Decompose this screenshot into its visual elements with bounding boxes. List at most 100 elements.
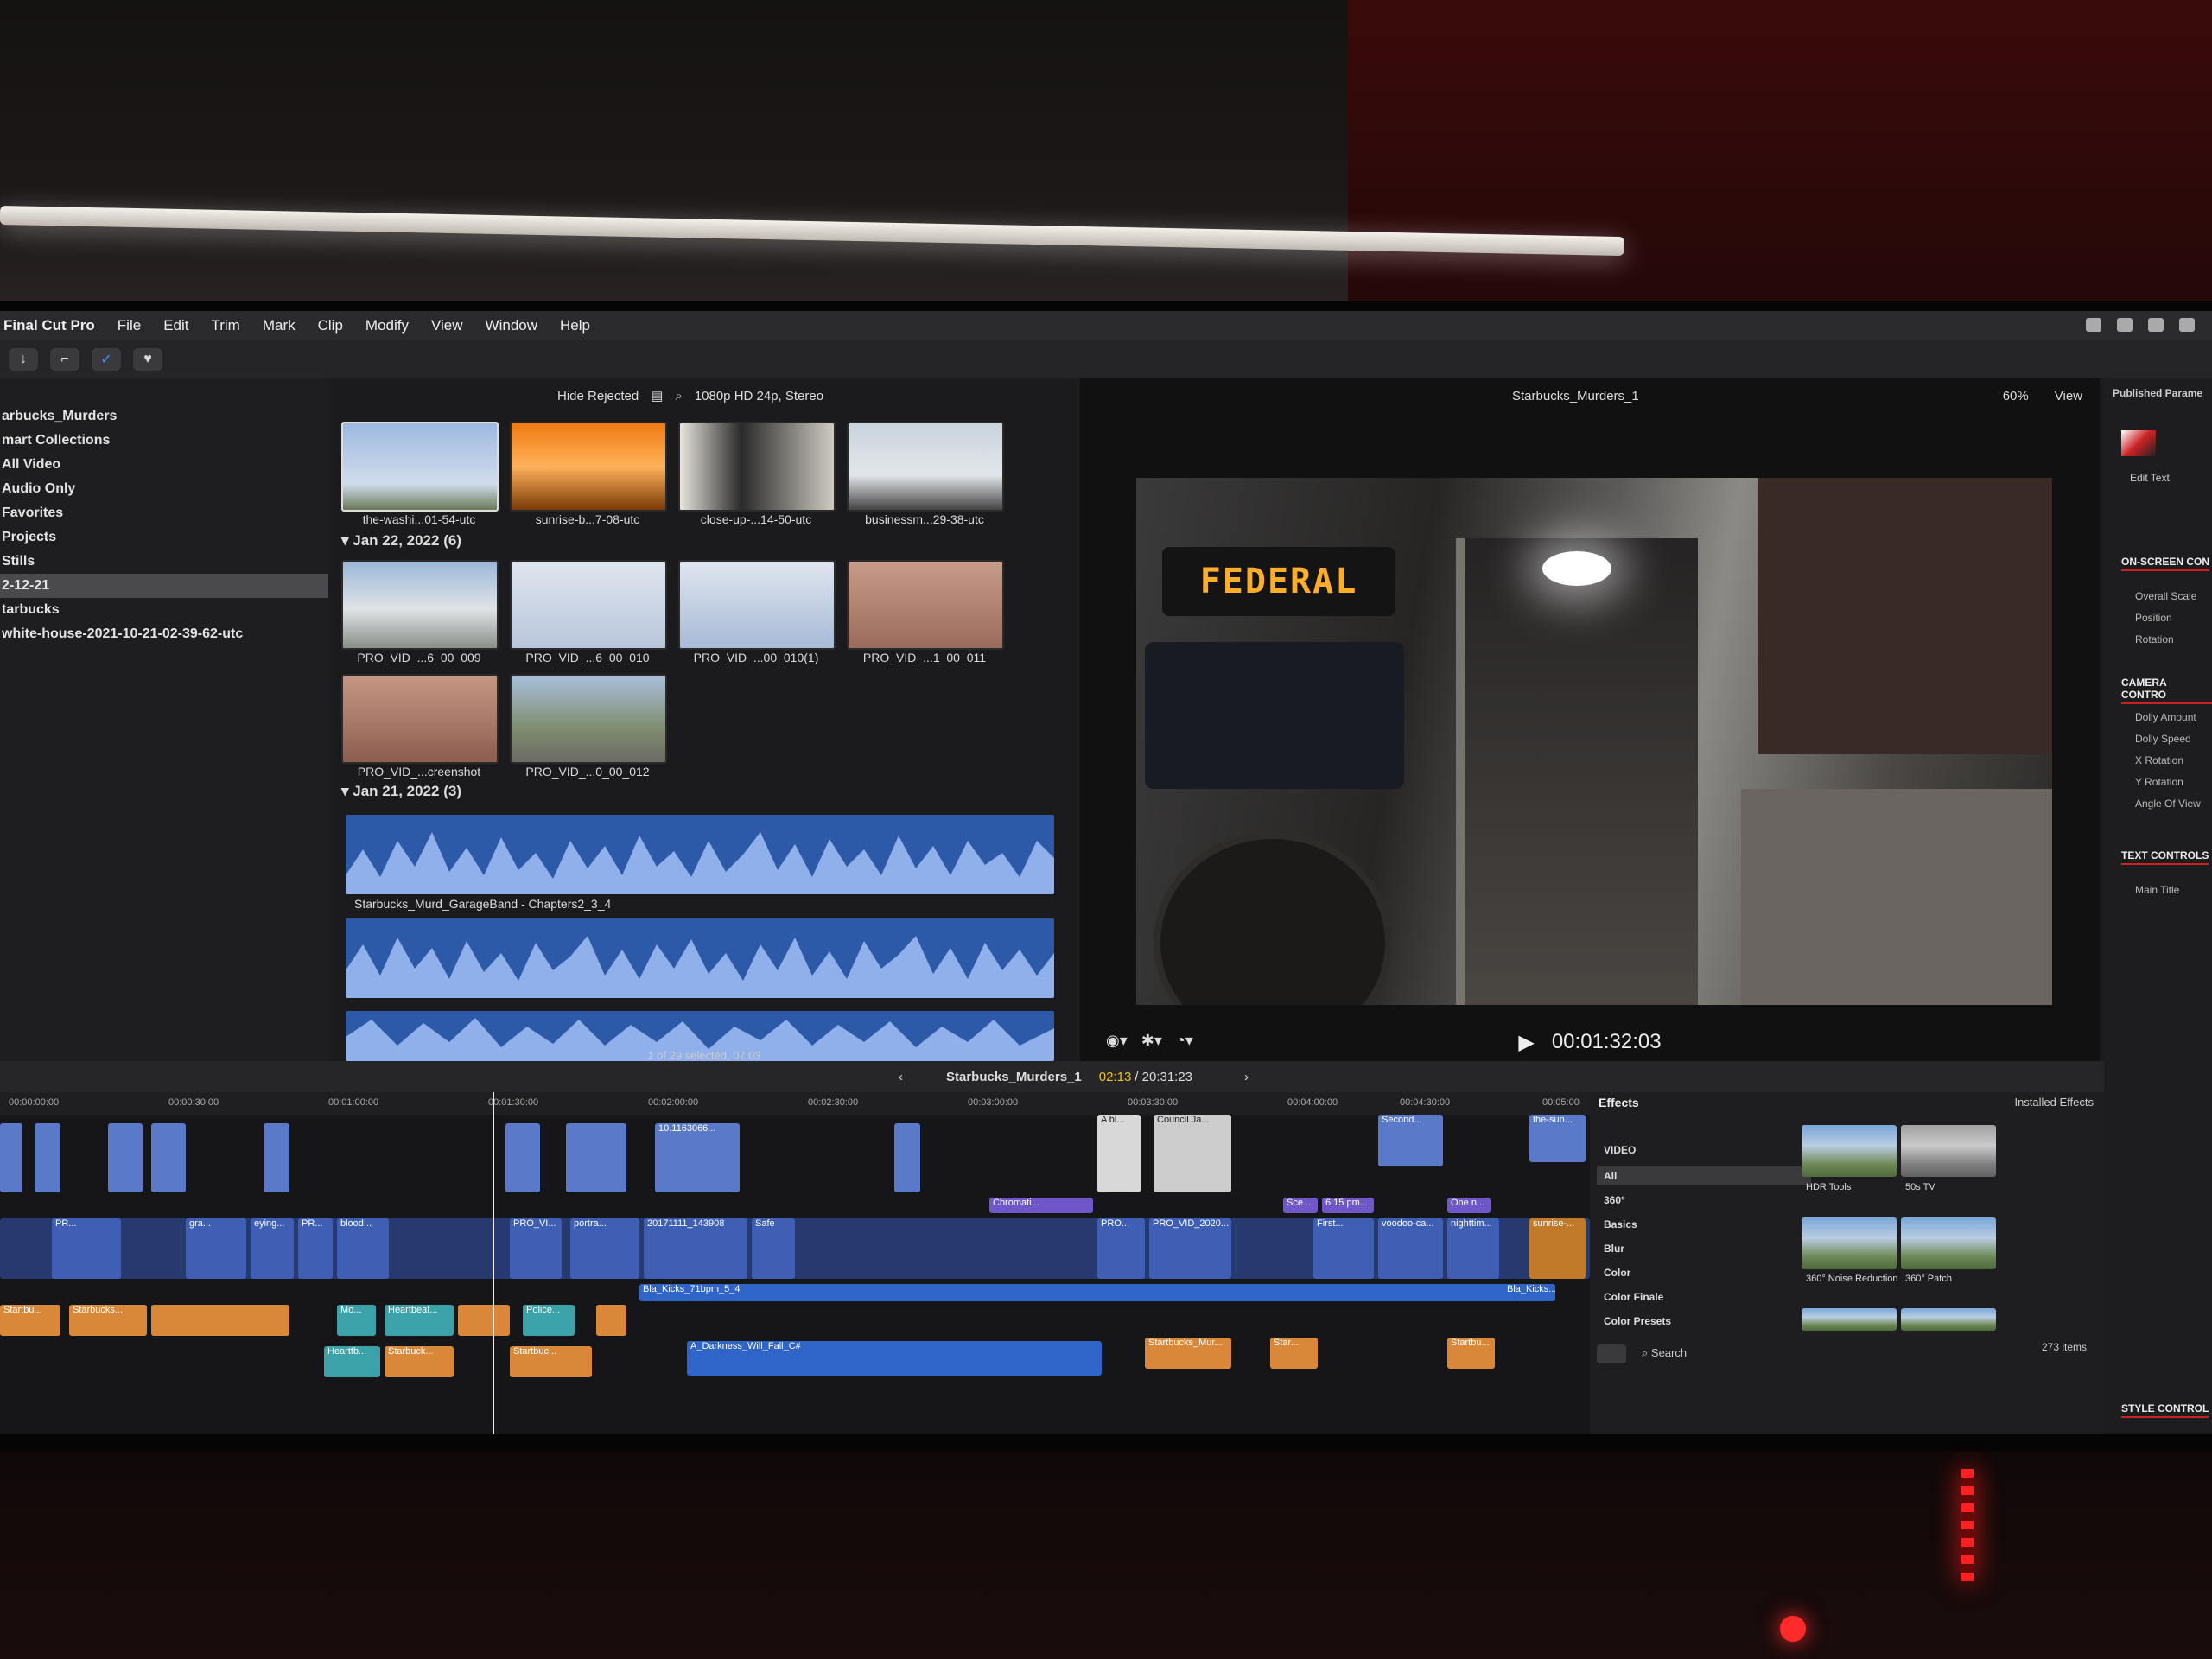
control-center-icon[interactable] (2179, 318, 2195, 332)
timeline[interactable]: 10.1163066... A bl... Council Ja... Seco… (0, 1115, 1590, 1434)
connected-clip[interactable] (108, 1123, 143, 1192)
music-clip[interactable]: Bla_Kicks_71bpm_5_4 (639, 1284, 1555, 1301)
audio-clip[interactable]: Heartbeat... (385, 1305, 454, 1336)
disclosure-triangle-icon[interactable]: ▾ (341, 783, 353, 799)
sidebar-item-all-video[interactable]: All Video (0, 453, 328, 477)
search-icon[interactable]: ⌕ (675, 389, 682, 404)
audio-clip[interactable]: Mo... (337, 1305, 376, 1336)
effects-category[interactable]: 360° (1604, 1194, 1625, 1206)
storyline-clip[interactable]: sunrise-... (1529, 1218, 1586, 1279)
connected-clip[interactable]: Second... (1378, 1115, 1443, 1166)
clip-thumbnail[interactable] (341, 560, 499, 650)
clip-thumbnail[interactable] (510, 674, 667, 764)
clip-thumbnail[interactable] (341, 674, 499, 764)
sidebar-item-starbucks[interactable]: tarbucks (0, 598, 328, 622)
audio-clip[interactable]: Police... (523, 1305, 575, 1336)
clip-thumbnail[interactable] (510, 560, 667, 650)
section-on-screen-controls[interactable]: ON-SCREEN CON (2121, 556, 2210, 571)
menu-edit[interactable]: Edit (163, 317, 188, 334)
effect-thumbnail[interactable] (1802, 1217, 1897, 1269)
sidebar-item-event-selected[interactable]: 2-12-21 (0, 574, 328, 598)
param-row[interactable]: Overall Scale (2135, 590, 2196, 602)
view-menu[interactable]: View (2055, 389, 2082, 404)
section-text-controls[interactable]: TEXT CONTROLS (2121, 849, 2209, 865)
connected-clip[interactable] (566, 1123, 626, 1192)
effect-thumbnail[interactable] (1901, 1308, 1996, 1331)
menu-view[interactable]: View (431, 317, 463, 334)
storyline-clip[interactable]: voodoo-ca... (1378, 1218, 1443, 1279)
clip-thumbnail[interactable] (847, 560, 1004, 650)
effects-category[interactable]: Color Presets (1604, 1315, 1671, 1327)
effects-category[interactable]: Color (1604, 1267, 1630, 1279)
storyline-clip[interactable]: First... (1313, 1218, 1374, 1279)
menu-file[interactable]: File (118, 317, 141, 334)
effects-category[interactable]: Blur (1604, 1243, 1624, 1255)
effects-category[interactable]: Color Finale (1604, 1291, 1663, 1303)
audio-waveform-clip[interactable] (346, 918, 1054, 998)
hide-rejected-menu[interactable]: Hide Rejected (557, 389, 639, 404)
effects-search[interactable]: ⌕ Search (1642, 1346, 1687, 1360)
effect-thumbnail[interactable] (1901, 1125, 1996, 1177)
sidebar-item-projects[interactable]: Projects (0, 525, 328, 550)
sidebar-item-audio-only[interactable]: Audio Only (0, 477, 328, 501)
menu-mark[interactable]: Mark (263, 317, 296, 334)
timeline-project-menu[interactable]: Starbucks_Murders_1 (946, 1070, 1082, 1084)
background-tasks-icon[interactable]: ✓ (92, 348, 121, 371)
storyline-clip[interactable]: portra... (570, 1218, 639, 1279)
audio-clip[interactable]: Bla_Kicks... (1503, 1284, 1555, 1301)
connected-clip[interactable] (505, 1123, 540, 1192)
param-row[interactable]: Y Rotation (2135, 776, 2183, 788)
tools-icon[interactable]: ✱▾ (1141, 1032, 1162, 1050)
audio-clip[interactable]: Startbucks_Mur... (1145, 1338, 1231, 1369)
sidebar-item-stills[interactable]: Stills (0, 550, 328, 574)
connected-clip[interactable]: A bl... (1097, 1115, 1141, 1192)
timeline-ruler[interactable]: 00:00:00:00 00:00:30:00 00:01:00:00 00:0… (0, 1092, 1590, 1115)
menu-clip[interactable]: Clip (318, 317, 343, 334)
wifi-icon[interactable] (2117, 318, 2133, 332)
app-menu[interactable]: Final Cut Pro (3, 317, 95, 334)
audio-clip[interactable]: Starbuck... (385, 1346, 454, 1377)
param-row[interactable]: Rotation (2135, 633, 2174, 645)
section-style-controls[interactable]: STYLE CONTROL (2121, 1402, 2209, 1418)
sidebar-item-white-house[interactable]: white-house-2021-10-21-02-39-62-utc (0, 622, 328, 646)
storyline-clip[interactable]: gra... (186, 1218, 246, 1279)
param-row[interactable]: Main Title (2135, 884, 2179, 896)
audio-waveform-clip[interactable] (346, 815, 1054, 894)
date-group-header[interactable]: ▾ Jan 22, 2022 (6) (341, 532, 461, 550)
clip-thumbnail[interactable] (847, 422, 1004, 512)
date-group-header[interactable]: ▾ Jan 21, 2022 (3) (341, 783, 461, 800)
effect-thumbnail[interactable] (1901, 1217, 1996, 1269)
sidebar-item-smart-collections[interactable]: mart Collections (0, 429, 328, 453)
clip-thumbnail[interactable] (341, 422, 499, 512)
menu-trim[interactable]: Trim (211, 317, 239, 334)
storyline-clip[interactable]: PR... (298, 1218, 333, 1279)
section-camera-controls[interactable]: CAMERA CONTRO (2121, 677, 2212, 704)
param-row[interactable]: Angle Of View (2135, 798, 2201, 810)
effect-thumbnail[interactable] (1802, 1308, 1897, 1331)
connected-clip[interactable]: the-sun... (1529, 1115, 1586, 1162)
connected-clip[interactable] (894, 1123, 920, 1192)
title-clip[interactable]: Sce... (1283, 1198, 1318, 1213)
connected-clip[interactable] (264, 1123, 289, 1192)
param-row[interactable]: X Rotation (2135, 754, 2183, 766)
audio-clip[interactable]: Hearttb... (324, 1346, 380, 1377)
storyline-clip[interactable]: 20171111_143908 (644, 1218, 747, 1279)
battery-icon[interactable] (2086, 318, 2101, 332)
audio-clip[interactable]: A_Darkness_Will_Fall_C# (687, 1341, 1102, 1376)
audio-clip[interactable] (151, 1305, 289, 1336)
speed-icon[interactable]: ◔▾ (1176, 1032, 1193, 1050)
audio-clip[interactable]: Starbucks... (69, 1305, 147, 1336)
edit-text-label[interactable]: Edit Text (2130, 472, 2170, 484)
storyline-clip[interactable]: PRO_VI... (510, 1218, 562, 1279)
param-row[interactable]: Position (2135, 612, 2172, 624)
effects-category[interactable]: Basics (1604, 1218, 1637, 1230)
connected-clip[interactable]: 10.1163066... (655, 1123, 740, 1192)
menu-help[interactable]: Help (560, 317, 590, 334)
clip-thumbnail[interactable] (678, 422, 836, 512)
timecode-display[interactable]: 00:01:32:03 (1552, 1030, 1662, 1054)
filmstrip-icon[interactable]: ▤ (651, 388, 663, 404)
storyline-clip[interactable]: eying... (251, 1218, 294, 1279)
import-icon[interactable]: ↓ (9, 348, 38, 371)
storyline-clip[interactable]: nighttim... (1447, 1218, 1499, 1279)
title-clip[interactable]: Chromati... (989, 1198, 1093, 1213)
